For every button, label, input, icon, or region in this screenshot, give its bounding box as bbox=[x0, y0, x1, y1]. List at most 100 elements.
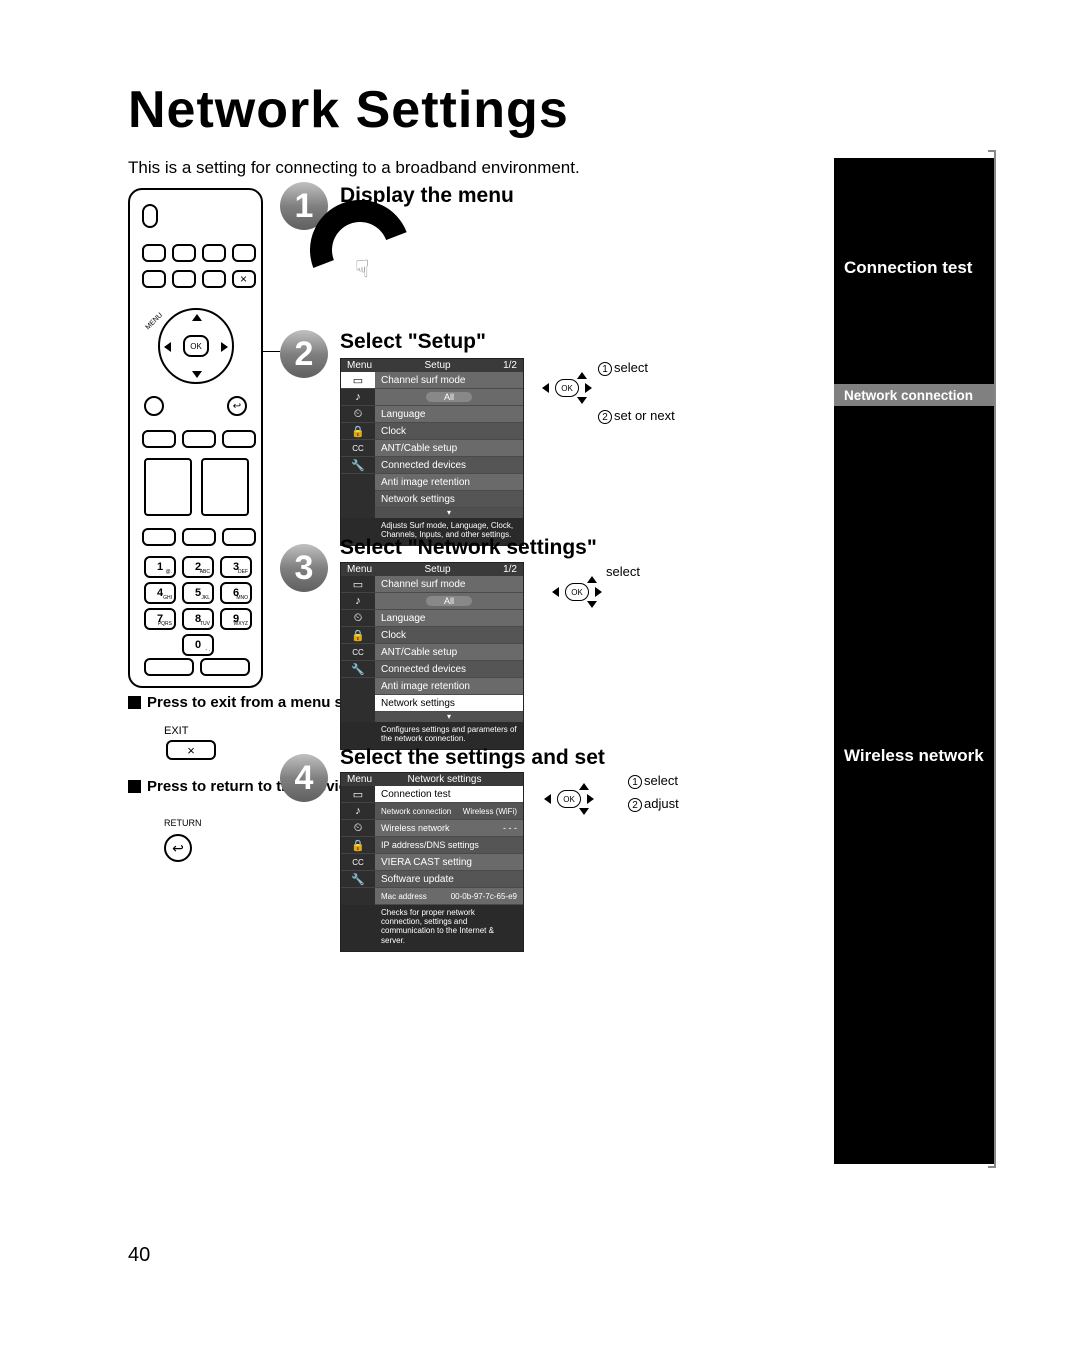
arrow-right-icon[interactable] bbox=[221, 342, 228, 352]
cc-icon[interactable]: CC bbox=[341, 440, 375, 457]
arrow-up-icon[interactable] bbox=[192, 314, 202, 321]
menu-item[interactable]: Network connectionWireless (WiFi) bbox=[375, 803, 523, 820]
remote-small-button[interactable] bbox=[222, 430, 256, 448]
remote-key-5[interactable]: 5JKL bbox=[182, 582, 214, 604]
picture-icon[interactable]: ▭ bbox=[341, 786, 375, 803]
menu-item[interactable]: Language bbox=[375, 406, 523, 423]
remote-small-button[interactable] bbox=[202, 244, 226, 262]
menu-item-highlighted[interactable]: Network settings bbox=[375, 695, 523, 712]
step-3-title: Select "Network settings" bbox=[340, 536, 597, 560]
step-4-menu: Menu Network settings ▭ ♪ ⏲ 🔒 CC 🔧 Conne… bbox=[340, 772, 524, 952]
menu-item[interactable]: Channel surf mode bbox=[375, 372, 523, 389]
timer-icon[interactable]: ⏲ bbox=[341, 820, 375, 837]
menu-page: 1/2 bbox=[503, 360, 517, 371]
timer-icon[interactable]: ⏲ bbox=[341, 610, 375, 627]
menu-item[interactable]: Anti image retention bbox=[375, 474, 523, 491]
remote-rocker-button[interactable] bbox=[201, 458, 249, 516]
remote-key-0[interactable]: 0- . bbox=[182, 634, 214, 656]
menu-item[interactable]: Wireless network- - - bbox=[375, 820, 523, 837]
arrow-down-icon[interactable] bbox=[192, 371, 202, 378]
menu-item[interactable]: ANT/Cable setup bbox=[375, 440, 523, 457]
remote-small-button[interactable] bbox=[172, 270, 196, 288]
menu-item[interactable]: Connected devices bbox=[375, 661, 523, 678]
menu-item[interactable]: Channel surf mode bbox=[375, 576, 523, 593]
remote-small-button[interactable] bbox=[200, 658, 250, 676]
menu-item-value[interactable]: All bbox=[375, 593, 523, 610]
menu-item[interactable]: Clock bbox=[375, 627, 523, 644]
remote-round-button[interactable] bbox=[144, 396, 164, 416]
menu-item[interactable]: Software update bbox=[375, 871, 523, 888]
return-label: RETURN bbox=[164, 818, 202, 828]
picture-icon[interactable]: ▭ bbox=[341, 576, 375, 593]
remote-key-7[interactable]: 7PQRS bbox=[144, 608, 176, 630]
menu-icon-column: ▭ ♪ ⏲ 🔒 CC 🔧 bbox=[341, 786, 375, 905]
remote-row-top-2 bbox=[142, 270, 256, 288]
remote-dpad[interactable]: OK bbox=[158, 308, 234, 384]
lock-icon[interactable]: 🔒 bbox=[341, 423, 375, 440]
menu-item[interactable]: Connected devices bbox=[375, 457, 523, 474]
remote-small-button[interactable] bbox=[142, 244, 166, 262]
remote-small-button[interactable] bbox=[202, 270, 226, 288]
remote-ok-button[interactable]: OK bbox=[183, 335, 209, 357]
menu-item[interactable]: IP address/DNS settings bbox=[375, 837, 523, 854]
menu-item[interactable]: Language bbox=[375, 610, 523, 627]
remote-power-icon bbox=[142, 204, 158, 228]
menu-item[interactable]: VIERA CAST setting bbox=[375, 854, 523, 871]
menu-title: Menu bbox=[347, 360, 372, 371]
scroll-down-icon[interactable]: ▾ bbox=[375, 508, 523, 518]
remote-rocker-button[interactable] bbox=[144, 458, 192, 516]
menu-item[interactable]: Network settings bbox=[375, 491, 523, 508]
remote-small-button[interactable] bbox=[142, 430, 176, 448]
remote-key-3[interactable]: 3DEF bbox=[220, 556, 252, 578]
remote-key-6[interactable]: 6MNO bbox=[220, 582, 252, 604]
menu-item-highlighted[interactable]: Connection test bbox=[375, 786, 523, 803]
remote-small-button[interactable] bbox=[172, 244, 196, 262]
remote-exit-button[interactable] bbox=[232, 270, 256, 288]
remote-small-button[interactable] bbox=[142, 528, 176, 546]
menu-item[interactable]: Anti image retention bbox=[375, 678, 523, 695]
remote-key-9[interactable]: 9WXYZ bbox=[220, 608, 252, 630]
cc-icon[interactable]: CC bbox=[341, 644, 375, 661]
menu-item-value[interactable]: All bbox=[375, 389, 523, 406]
step-2-menu: Menu Setup 1/2 ▭ ♪ ⏲ 🔒 CC 🔧 Channel surf… bbox=[340, 358, 524, 546]
picture-icon[interactable]: ▭ bbox=[341, 372, 375, 389]
arrow-arc-icon bbox=[294, 184, 426, 316]
sidebar-band-network-connection: Network connection bbox=[834, 384, 994, 406]
exit-button[interactable]: × bbox=[166, 740, 216, 760]
remote-key-4[interactable]: 4GHI bbox=[144, 582, 176, 604]
remote-key-1[interactable]: 1@. bbox=[144, 556, 176, 578]
remote-small-button[interactable] bbox=[222, 528, 256, 546]
scroll-down-icon[interactable]: ▾ bbox=[375, 712, 523, 722]
arrow-down-icon bbox=[587, 601, 597, 608]
setup-icon[interactable]: 🔧 bbox=[341, 871, 375, 888]
audio-icon[interactable]: ♪ bbox=[341, 593, 375, 610]
remote-key-8[interactable]: 8TUV bbox=[182, 608, 214, 630]
timer-icon[interactable]: ⏲ bbox=[341, 406, 375, 423]
setup-icon[interactable]: 🔧 bbox=[341, 457, 375, 474]
remote-small-button[interactable] bbox=[232, 244, 256, 262]
return-button[interactable]: ↩ bbox=[164, 834, 192, 862]
menu-section: Network settings bbox=[408, 774, 482, 785]
remote-small-button[interactable] bbox=[182, 430, 216, 448]
audio-icon[interactable]: ♪ bbox=[341, 803, 375, 820]
menu-items: Channel surf mode All Language Clock ANT… bbox=[375, 372, 523, 518]
remote-small-button[interactable] bbox=[142, 270, 166, 288]
page-title: Network Settings bbox=[128, 80, 569, 140]
audio-icon[interactable]: ♪ bbox=[341, 389, 375, 406]
menu-item[interactable]: ANT/Cable setup bbox=[375, 644, 523, 661]
remote-small-button[interactable] bbox=[182, 528, 216, 546]
lock-icon[interactable]: 🔒 bbox=[341, 837, 375, 854]
setup-icon[interactable]: 🔧 bbox=[341, 661, 375, 678]
arrow-left-icon[interactable] bbox=[164, 342, 171, 352]
remote-small-button[interactable] bbox=[144, 658, 194, 676]
arrow-up-icon bbox=[579, 783, 589, 790]
menu-item[interactable]: Clock bbox=[375, 423, 523, 440]
remote-return-button[interactable]: ↩ bbox=[227, 396, 247, 416]
remote-row-top-1 bbox=[142, 244, 256, 262]
arrow-up-icon bbox=[587, 576, 597, 583]
arrow-up-icon bbox=[577, 372, 587, 379]
lock-icon[interactable]: 🔒 bbox=[341, 627, 375, 644]
remote-key-2[interactable]: 2ABC bbox=[182, 556, 214, 578]
step-1-illustration: ☟ bbox=[300, 200, 420, 310]
cc-icon[interactable]: CC bbox=[341, 854, 375, 871]
